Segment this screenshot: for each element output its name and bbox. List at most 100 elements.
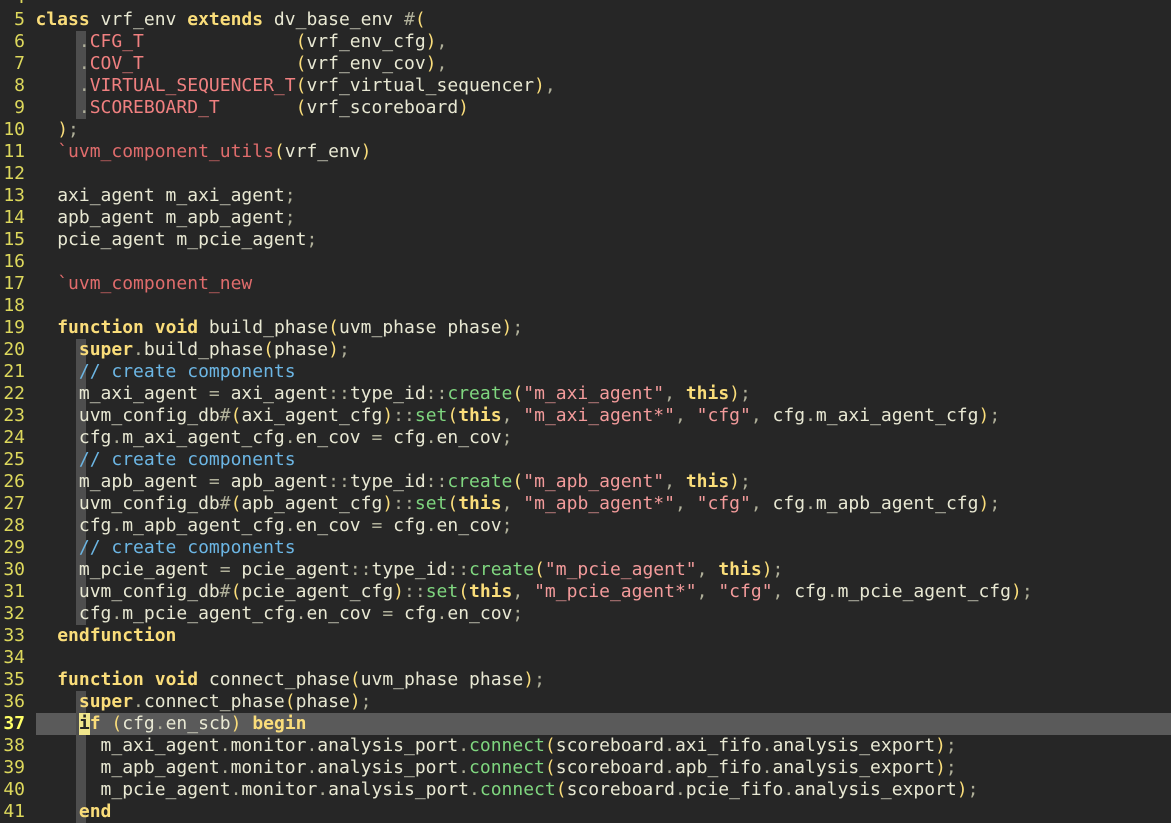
- code-line[interactable]: 27 uvm_config_db#(apb_agent_cfg)::set(th…: [0, 493, 1171, 515]
- code-line[interactable]: 35 function void connect_phase(uvm_phase…: [0, 669, 1171, 691]
- code-line[interactable]: 20 super.build_phase(phase);: [0, 339, 1171, 361]
- code-token: axi_fifo: [675, 735, 762, 756]
- line-number: 14: [0, 207, 25, 229]
- code-text[interactable]: cfg.m_axi_agent_cfg.en_cov = cfg.en_cov;: [36, 427, 1171, 449]
- code-line[interactable]: 40 m_pcie_agent.monitor.analysis_port.co…: [0, 779, 1171, 801]
- code-text[interactable]: cfg.m_apb_agent_cfg.en_cov = cfg.en_cov;: [36, 515, 1171, 537]
- code-text[interactable]: [36, 163, 1171, 185]
- code-text[interactable]: .COV_T (vrf_env_cov),: [36, 53, 1171, 75]
- code-line[interactable]: 6 .CFG_T (vrf_env_cfg),: [0, 31, 1171, 53]
- code-token: ,: [664, 383, 675, 404]
- code-line[interactable]: 10 );: [0, 119, 1171, 141]
- code-text[interactable]: `uvm_component_utils(vrf_env): [36, 141, 1171, 163]
- code-text[interactable]: m_pcie_agent = pcie_agent::type_id::crea…: [36, 559, 1171, 581]
- code-text[interactable]: pcie_agent m_pcie_agent;: [36, 229, 1171, 251]
- line-number: 23: [0, 405, 25, 427]
- code-line[interactable]: 28 cfg.m_apb_agent_cfg.en_cov = cfg.en_c…: [0, 515, 1171, 537]
- code-text[interactable]: // create components: [36, 537, 1171, 559]
- code-text[interactable]: uvm_config_db#(pcie_agent_cfg)::set(this…: [36, 581, 1171, 603]
- code-text[interactable]: [36, 0, 1171, 9]
- code-text[interactable]: [36, 295, 1171, 317]
- code-line[interactable]: 29 // create components: [0, 537, 1171, 559]
- code-line[interactable]: 23 uvm_config_db#(axi_agent_cfg)::set(th…: [0, 405, 1171, 427]
- code-line[interactable]: 39 m_apb_agent.monitor.analysis_port.con…: [0, 757, 1171, 779]
- code-line[interactable]: 5class vrf_env extends dv_base_env #(: [0, 9, 1171, 31]
- code-text[interactable]: end: [36, 801, 1171, 823]
- code-token: (: [534, 559, 545, 580]
- code-line[interactable]: 8 .VIRTUAL_SEQUENCER_T(vrf_virtual_seque…: [0, 75, 1171, 97]
- code-token: (: [458, 581, 469, 602]
- code-token: "m_pcie_agent*": [534, 581, 697, 602]
- code-token: .: [805, 405, 816, 426]
- code-token: cfg: [783, 581, 826, 602]
- code-line[interactable]: 25 // create components: [0, 449, 1171, 471]
- code-line[interactable]: 31 uvm_config_db#(pcie_agent_cfg)::set(t…: [0, 581, 1171, 603]
- code-text[interactable]: cfg.m_pcie_agent_cfg.en_cov = cfg.en_cov…: [36, 603, 1171, 625]
- code-text[interactable]: function void connect_phase(uvm_phase ph…: [36, 669, 1171, 691]
- code-line[interactable]: 41 end: [0, 801, 1171, 823]
- code-text[interactable]: // create components: [36, 449, 1171, 471]
- code-token: ;: [773, 559, 784, 580]
- code-text[interactable]: m_apb_agent.monitor.analysis_port.connec…: [36, 757, 1171, 779]
- code-text[interactable]: [36, 647, 1171, 669]
- code-text[interactable]: [36, 251, 1171, 273]
- code-text[interactable]: .VIRTUAL_SEQUENCER_T(vrf_virtual_sequenc…: [36, 75, 1171, 97]
- code-text[interactable]: class vrf_env extends dv_base_env #(: [36, 9, 1171, 31]
- code-text[interactable]: m_pcie_agent.monitor.analysis_port.conne…: [36, 779, 1171, 801]
- code-line[interactable]: 33 endfunction: [0, 625, 1171, 647]
- code-token: build_phase: [198, 317, 328, 338]
- code-text[interactable]: super.build_phase(phase);: [36, 339, 1171, 361]
- code-text[interactable]: m_apb_agent = apb_agent::type_id::create…: [36, 471, 1171, 493]
- code-line[interactable]: 4: [0, 0, 1171, 9]
- code-editor[interactable]: 45class vrf_env extends dv_base_env #(6 …: [0, 0, 1171, 823]
- code-line[interactable]: 19 function void build_phase(uvm_phase p…: [0, 317, 1171, 339]
- code-line[interactable]: 14 apb_agent m_apb_agent;: [0, 207, 1171, 229]
- code-line[interactable]: 36 super.connect_phase(phase);: [0, 691, 1171, 713]
- code-line[interactable]: 30 m_pcie_agent = pcie_agent::type_id::c…: [0, 559, 1171, 581]
- code-line[interactable]: 9 .SCOREBOARD_T (vrf_scoreboard): [0, 97, 1171, 119]
- line-number: 21: [0, 361, 25, 383]
- code-text[interactable]: endfunction: [36, 625, 1171, 647]
- code-text[interactable]: m_axi_agent.monitor.analysis_port.connec…: [36, 735, 1171, 757]
- code-text[interactable]: .CFG_T (vrf_env_cfg),: [36, 31, 1171, 53]
- code-text[interactable]: if (cfg.en_scb) begin: [36, 713, 1171, 735]
- code-text[interactable]: m_axi_agent = axi_agent::type_id::create…: [36, 383, 1171, 405]
- code-line[interactable]: 34: [0, 647, 1171, 669]
- code-line[interactable]: 24 cfg.m_axi_agent_cfg.en_cov = cfg.en_c…: [0, 427, 1171, 449]
- code-token: ,: [437, 31, 448, 52]
- code-line[interactable]: 13 axi_agent m_axi_agent;: [0, 185, 1171, 207]
- code-text[interactable]: uvm_config_db#(apb_agent_cfg)::set(this,…: [36, 493, 1171, 515]
- code-line[interactable]: 15 pcie_agent m_pcie_agent;: [0, 229, 1171, 251]
- code-token: (: [296, 31, 307, 52]
- code-text[interactable]: function void build_phase(uvm_phase phas…: [36, 317, 1171, 339]
- code-token: =: [209, 471, 220, 492]
- code-text[interactable]: .SCOREBOARD_T (vrf_scoreboard): [36, 97, 1171, 119]
- code-token: this: [686, 383, 729, 404]
- code-token: ::: [393, 405, 415, 426]
- code-text[interactable]: apb_agent m_apb_agent;: [36, 207, 1171, 229]
- code-line[interactable]: 32 cfg.m_pcie_agent_cfg.en_cov = cfg.en_…: [0, 603, 1171, 625]
- code-line[interactable]: 17 `uvm_component_new: [0, 273, 1171, 295]
- code-line[interactable]: 12: [0, 163, 1171, 185]
- code-text[interactable]: super.connect_phase(phase);: [36, 691, 1171, 713]
- code-line[interactable]: 26 m_apb_agent = apb_agent::type_id::cre…: [0, 471, 1171, 493]
- code-line[interactable]: 7 .COV_T (vrf_env_cov),: [0, 53, 1171, 75]
- code-line[interactable]: 11 `uvm_component_utils(vrf_env): [0, 141, 1171, 163]
- code-line[interactable]: 18: [0, 295, 1171, 317]
- code-token: axi_agent: [220, 383, 328, 404]
- code-line[interactable]: 16: [0, 251, 1171, 273]
- code-text[interactable]: );: [36, 119, 1171, 141]
- code-line[interactable]: 38 m_axi_agent.monitor.analysis_port.con…: [0, 735, 1171, 757]
- code-line[interactable]: 21 // create components: [0, 361, 1171, 383]
- code-token: "m_apb_agent*": [523, 493, 675, 514]
- code-token: type_id: [372, 559, 448, 580]
- code-text[interactable]: // create components: [36, 361, 1171, 383]
- code-text[interactable]: uvm_config_db#(axi_agent_cfg)::set(this,…: [36, 405, 1171, 427]
- code-line[interactable]: 37 if (cfg.en_scb) begin: [0, 713, 1171, 735]
- code-text[interactable]: axi_agent m_axi_agent;: [36, 185, 1171, 207]
- code-text[interactable]: `uvm_component_new: [36, 273, 1171, 295]
- code-line[interactable]: 22 m_axi_agent = axi_agent::type_id::cre…: [0, 383, 1171, 405]
- code-token: cfg: [79, 603, 112, 624]
- code-token: ): [350, 691, 361, 712]
- code-token: (: [556, 779, 567, 800]
